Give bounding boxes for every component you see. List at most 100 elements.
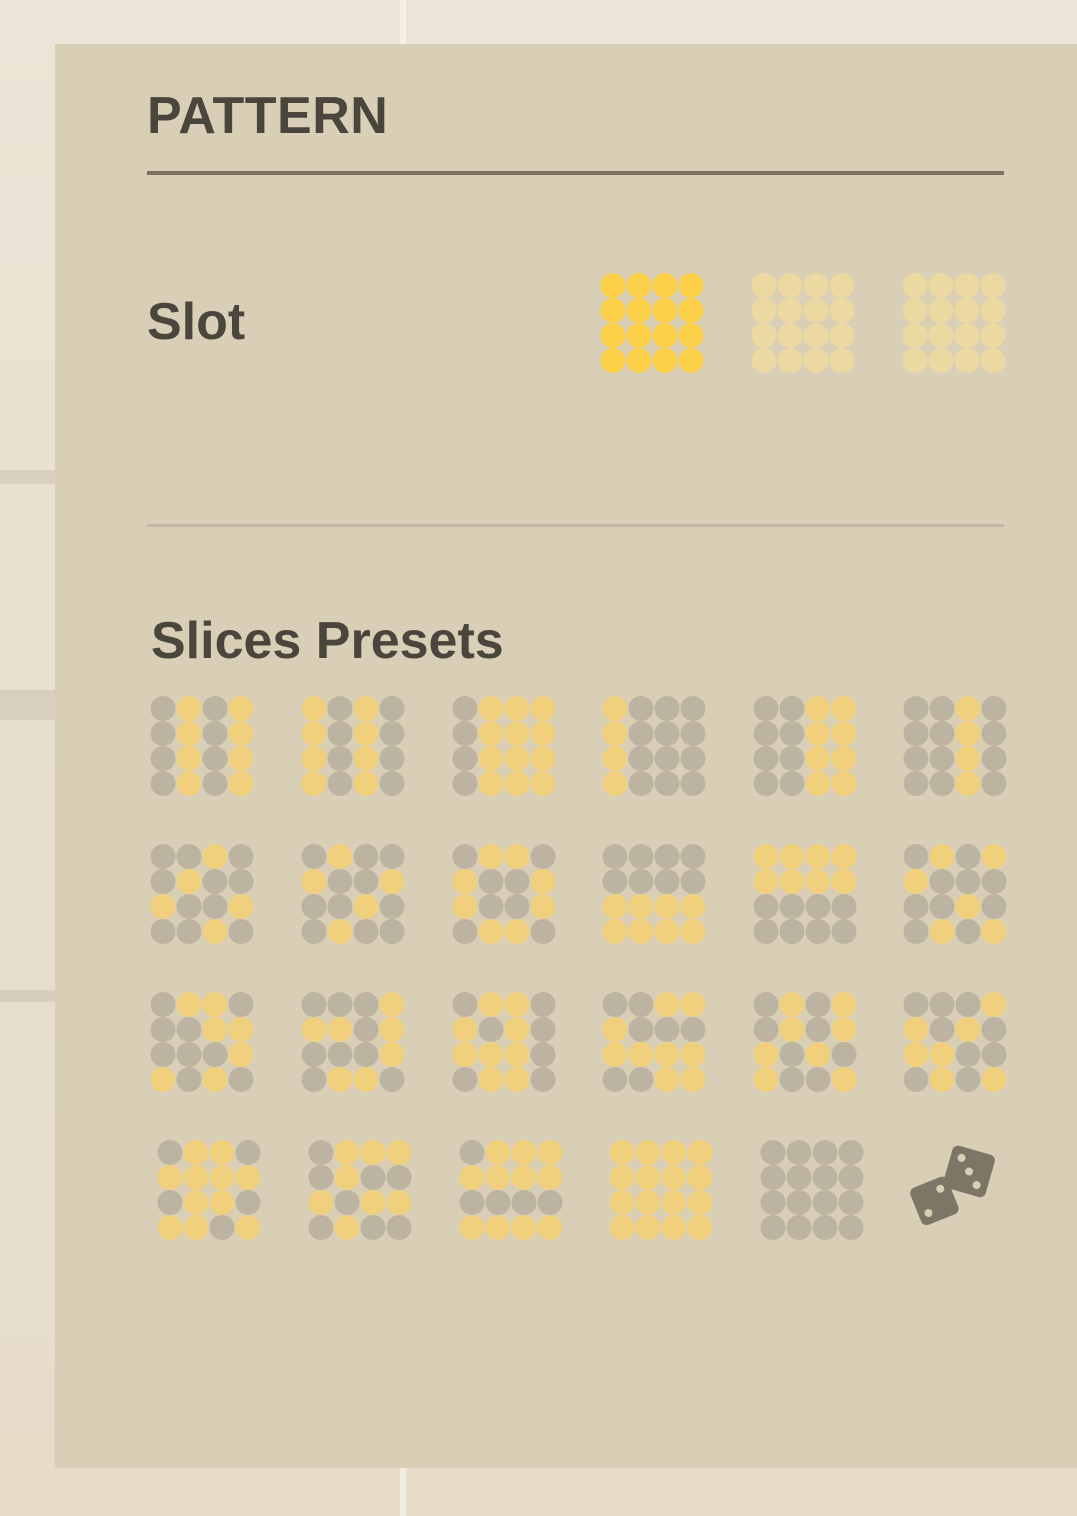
grid-dot [786, 1190, 812, 1215]
preset-button-17[interactable] [753, 992, 857, 1092]
grid-dot [379, 894, 405, 919]
grid-dot [980, 273, 1006, 298]
grid-dot [301, 771, 327, 796]
preset-button-2[interactable] [301, 696, 405, 796]
grid-dot [609, 1215, 635, 1240]
slot-grid-1 [600, 273, 704, 373]
grid-dot [929, 1067, 955, 1092]
preset-button-19[interactable] [157, 1140, 261, 1240]
grid-dot [602, 1067, 628, 1092]
grid-dot [202, 1042, 228, 1067]
grid-dot [353, 894, 379, 919]
grid-dot [661, 1165, 687, 1190]
grid-dot [228, 919, 254, 944]
preset-button-6[interactable] [903, 696, 1007, 796]
slot-button-3[interactable] [902, 273, 1006, 373]
preset-grid [150, 844, 254, 944]
preset-button-1[interactable] [150, 696, 254, 796]
preset-button-16[interactable] [602, 992, 706, 1092]
grid-dot [831, 869, 857, 894]
grid-dot [452, 869, 478, 894]
grid-dot [831, 919, 857, 944]
preset-button-23[interactable] [760, 1140, 864, 1240]
preset-button-4[interactable] [602, 696, 706, 796]
preset-button-14[interactable] [301, 992, 405, 1092]
grid-dot [805, 1067, 831, 1092]
grid-dot [903, 696, 929, 721]
preset-button-18[interactable] [903, 992, 1007, 1092]
grid-dot [751, 348, 777, 373]
grid-dot [478, 771, 504, 796]
preset-grid [903, 992, 1007, 1092]
grid-dot [654, 869, 680, 894]
grid-dot [301, 696, 327, 721]
grid-dot [485, 1190, 511, 1215]
preset-button-22[interactable] [609, 1140, 713, 1240]
preset-button-10[interactable] [602, 844, 706, 944]
preset-button-8[interactable] [301, 844, 405, 944]
grid-dot [530, 844, 556, 869]
grid-dot [829, 323, 855, 348]
grid-dot [654, 992, 680, 1017]
preset-button-5[interactable] [753, 696, 857, 796]
preset-button-12[interactable] [903, 844, 1007, 944]
grid-dot [157, 1215, 183, 1240]
preset-button-15[interactable] [452, 992, 556, 1092]
grid-dot [831, 844, 857, 869]
grid-dot [327, 696, 353, 721]
randomize-button[interactable] [907, 1138, 1003, 1234]
grid-dot [751, 298, 777, 323]
grid-dot [327, 894, 353, 919]
grid-dot [504, 894, 530, 919]
preset-button-13[interactable] [150, 992, 254, 1092]
grid-dot [157, 1190, 183, 1215]
grid-dot [661, 1215, 687, 1240]
grid-dot [829, 348, 855, 373]
grid-dot [753, 869, 779, 894]
grid-dot [955, 1067, 981, 1092]
grid-dot [626, 298, 652, 323]
grid-dot [150, 869, 176, 894]
grid-dot [652, 273, 678, 298]
grid-dot [150, 844, 176, 869]
preset-button-11[interactable] [753, 844, 857, 944]
grid-dot [228, 894, 254, 919]
preset-button-3[interactable] [452, 696, 556, 796]
grid-dot [530, 746, 556, 771]
grid-dot [485, 1215, 511, 1240]
grid-dot [602, 746, 628, 771]
preset-button-21[interactable] [459, 1140, 563, 1240]
preset-grid [753, 992, 857, 1092]
grid-dot [680, 1067, 706, 1092]
grid-dot [838, 1215, 864, 1240]
grid-dot [504, 869, 530, 894]
grid-dot [379, 1042, 405, 1067]
slot-button-1[interactable] [600, 273, 704, 373]
grid-dot [903, 746, 929, 771]
grid-dot [654, 919, 680, 944]
grid-dot [176, 844, 202, 869]
grid-dot [530, 1067, 556, 1092]
preset-button-7[interactable] [150, 844, 254, 944]
grid-dot [635, 1165, 661, 1190]
preset-grid [753, 696, 857, 796]
grid-dot [609, 1140, 635, 1165]
grid-dot [353, 1067, 379, 1092]
grid-dot [334, 1190, 360, 1215]
grid-dot [680, 869, 706, 894]
grid-dot [209, 1215, 235, 1240]
grid-dot [176, 919, 202, 944]
grid-dot [485, 1165, 511, 1190]
grid-dot [680, 894, 706, 919]
grid-dot [812, 1190, 838, 1215]
preset-button-9[interactable] [452, 844, 556, 944]
grid-dot [379, 1067, 405, 1092]
grid-dot [829, 298, 855, 323]
grid-dot [687, 1190, 713, 1215]
grid-dot [980, 323, 1006, 348]
grid-dot [654, 844, 680, 869]
grid-dot [485, 1140, 511, 1165]
preset-button-20[interactable] [308, 1140, 412, 1240]
slot-button-2[interactable] [751, 273, 855, 373]
grid-dot [379, 771, 405, 796]
